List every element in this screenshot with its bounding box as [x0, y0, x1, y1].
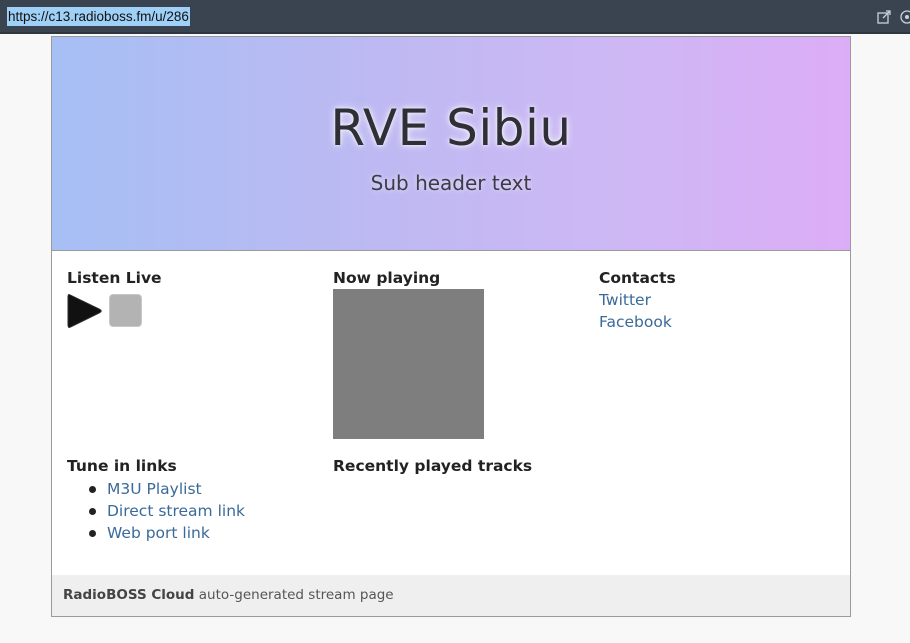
hero-banner: RVE Sibiu Sub header text — [52, 37, 850, 251]
play-icon — [67, 294, 102, 328]
tune-in-list: M3U Playlist Direct stream link Web port… — [67, 478, 327, 544]
bullet-icon — [89, 530, 96, 537]
listen-live-heading: Listen Live — [67, 269, 162, 287]
recently-played-heading: Recently played tracks — [333, 457, 533, 475]
list-item: Web port link — [67, 522, 327, 544]
url-field[interactable]: https://c13.radioboss.fm/u/286 — [7, 7, 190, 26]
stop-button[interactable] — [109, 294, 142, 327]
extension-icon[interactable] — [899, 9, 910, 25]
bullet-icon — [89, 486, 96, 493]
stream-page-card: RVE Sibiu Sub header text Listen Live No… — [51, 36, 851, 617]
browser-address-bar: https://c13.radioboss.fm/u/286 — [0, 0, 910, 34]
direct-stream-link[interactable]: Direct stream link — [107, 502, 245, 520]
list-item: M3U Playlist — [67, 478, 327, 500]
station-subtitle: Sub header text — [370, 171, 532, 195]
web-port-link[interactable]: Web port link — [107, 524, 210, 542]
album-cover-placeholder — [333, 289, 484, 439]
station-title: RVE Sibiu — [330, 99, 572, 157]
play-button[interactable] — [67, 292, 103, 330]
list-item: Direct stream link — [67, 500, 327, 522]
m3u-playlist-link[interactable]: M3U Playlist — [107, 480, 202, 498]
contacts-heading: Contacts — [599, 269, 676, 287]
footer-text: auto-generated stream page — [198, 587, 394, 603]
footer-brand: RadioBOSS Cloud — [63, 587, 195, 603]
bullet-icon — [89, 508, 96, 515]
tune-in-heading: Tune in links — [67, 457, 177, 475]
now-playing-heading: Now playing — [333, 269, 441, 287]
facebook-link[interactable]: Facebook — [599, 313, 672, 331]
page-footer: RadioBOSS Cloud auto-generated stream pa… — [52, 575, 850, 616]
twitter-link[interactable]: Twitter — [599, 291, 651, 309]
share-icon[interactable] — [876, 9, 892, 25]
